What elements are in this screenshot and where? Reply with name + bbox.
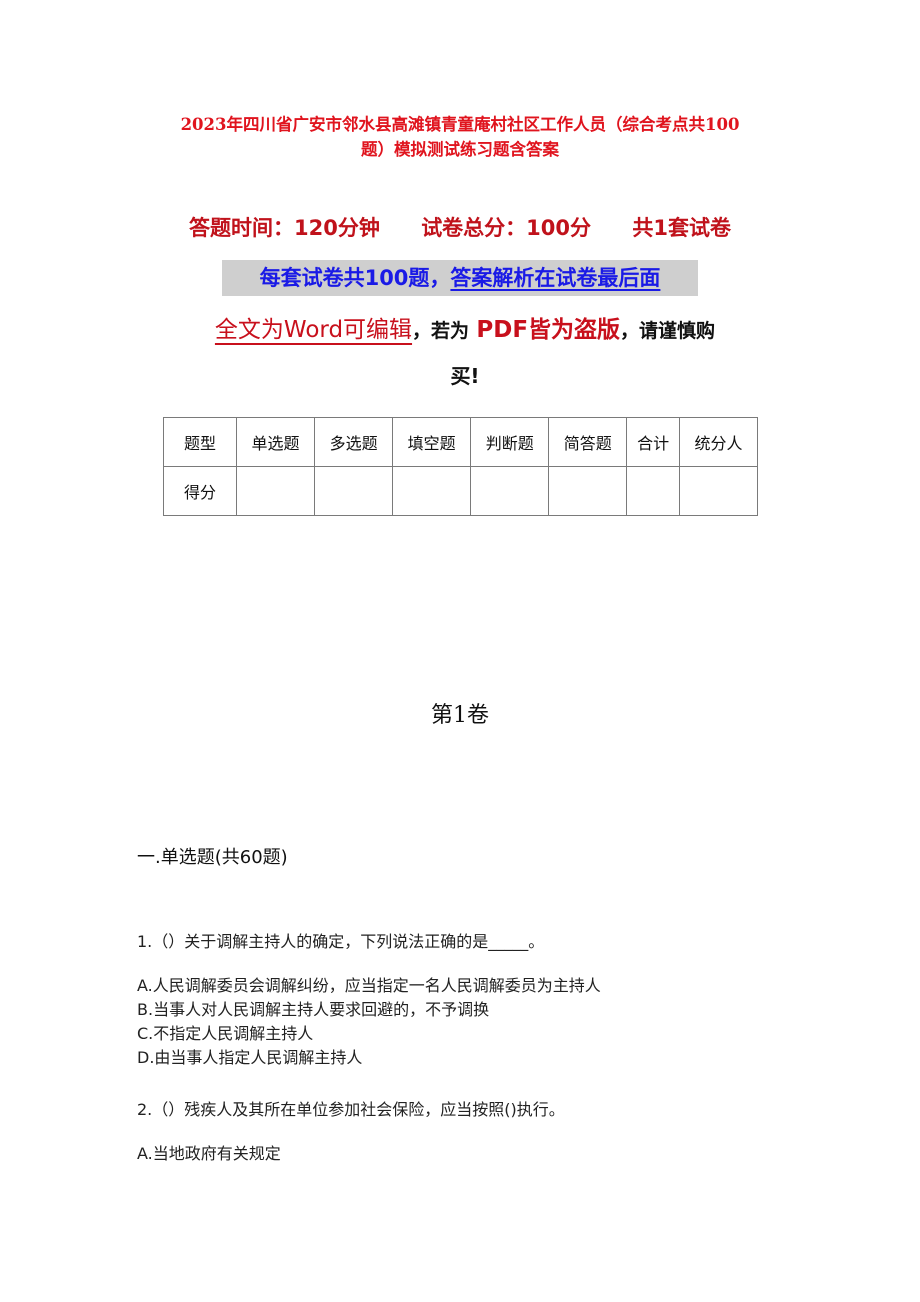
question-option: A.当地政府有关规定: [137, 1144, 281, 1163]
notice-question-count: 每套试卷共100题，: [259, 266, 451, 290]
question-stem: 2.（）残疾人及其所在单位参加社会保险，应当按照()执行。: [137, 1100, 565, 1119]
score-table-header-cell: 单选题: [235, 417, 316, 467]
warning-text-1: ，若为: [412, 320, 470, 342]
warning-text-3: 买!: [450, 364, 480, 388]
exam-set-count: 共1套试卷: [632, 216, 731, 240]
score-table-header-row: 题型 单选题 多选题 填空题 判断题 简答题 合计 统分人: [163, 417, 759, 467]
score-table-header-cell: 题型: [163, 417, 237, 467]
score-table-cell: [470, 466, 550, 516]
notice-answer-location: 答案解析在试卷最后面: [450, 266, 661, 290]
copyright-warning: 全文为Word可编辑，若为 PDF皆为盗版，请谨慎购: [150, 310, 780, 344]
score-table-cell: [235, 466, 316, 516]
score-table-header-cell: 填空题: [392, 417, 472, 467]
section-title: 一.单选题(共60题): [137, 847, 288, 868]
document-title-line-2: 题）模拟测试练习题含答案: [361, 140, 559, 159]
volume-title: 第1卷: [431, 703, 489, 728]
exam-meta: 答题时间：120分钟 试卷总分：100分 共1套试卷: [160, 212, 760, 242]
document-title-line-1: 2023年四川省广安市邻水县高滩镇青童庵村社区工作人员（综合考点共100: [180, 115, 740, 134]
warning-editable-word: 全文为Word可编辑: [214, 317, 413, 343]
question-option: B.当事人对人民调解主持人要求回避的，不予调换: [137, 1000, 490, 1019]
warning-text-2: ，请谨慎购: [620, 320, 716, 342]
notice-banner: 每套试卷共100题，答案解析在试卷最后面: [222, 260, 698, 296]
exam-total-score: 试卷总分：100分: [421, 216, 592, 240]
score-table-cell: [626, 466, 680, 516]
score-table-header-cell: 多选题: [314, 417, 394, 467]
score-table-header-cell: 合计: [626, 417, 680, 467]
score-table-cell: [392, 466, 472, 516]
score-table: 题型 单选题 多选题 填空题 判断题 简答题 合计 统分人 得分: [163, 417, 759, 516]
score-table-cell: 得分: [163, 466, 237, 516]
score-table-cell: [548, 466, 628, 516]
score-table-header-cell: 判断题: [470, 417, 550, 467]
document-title: 2023年四川省广安市邻水县高滩镇青童庵村社区工作人员（综合考点共100 题）模…: [130, 112, 790, 162]
question-option: D.由当事人指定人民调解主持人: [137, 1048, 363, 1067]
score-table-cell: [314, 466, 394, 516]
exam-time: 答题时间：120分钟: [189, 216, 380, 240]
score-table-header-cell: 简答题: [548, 417, 628, 467]
score-table-header-cell: 统分人: [678, 417, 759, 467]
score-table-row: 得分: [163, 466, 759, 516]
score-table-cell: [678, 466, 759, 516]
question-option: A.人民调解委员会调解纠纷，应当指定一名人民调解委员为主持人: [137, 976, 601, 995]
question-option: C.不指定人民调解主持人: [137, 1024, 314, 1043]
warning-pdf-piracy: PDF皆为盗版: [476, 317, 621, 343]
question-stem: 1.（）关于调解主持人的确定，下列说法正确的是_____。: [137, 932, 545, 951]
